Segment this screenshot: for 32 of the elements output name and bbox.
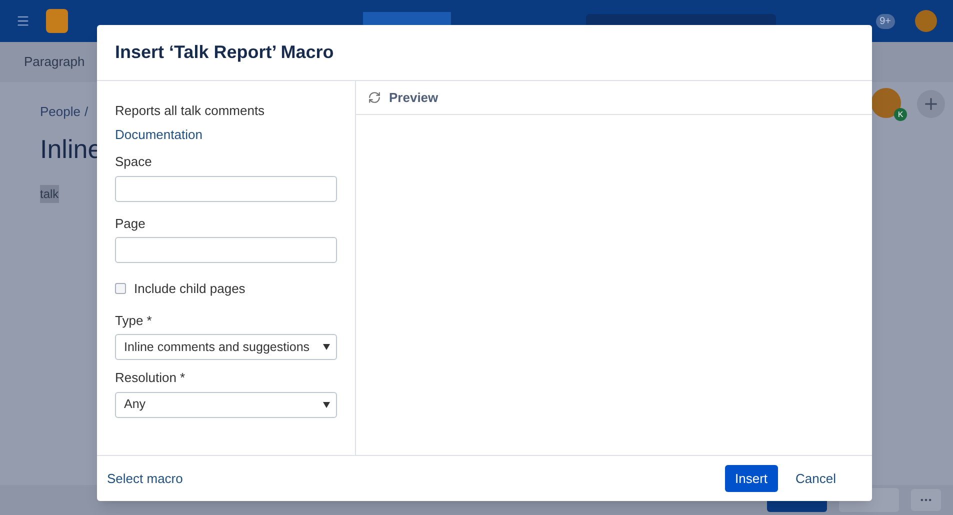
caret-icon <box>323 402 330 408</box>
checkbox[interactable] <box>115 283 126 294</box>
breadcrumb-separator: / <box>84 103 88 121</box>
text-field[interactable] <box>115 237 337 263</box>
avatar-badge: K <box>894 108 907 121</box>
refresh-icon[interactable] <box>368 91 381 104</box>
field-label: Resolution * <box>115 369 186 387</box>
user-avatar <box>871 88 901 118</box>
select-macro-link[interactable]: Select macro <box>107 468 183 488</box>
macro-description: Reports all talk comments <box>115 102 265 120</box>
select-field[interactable]: Any <box>115 392 337 418</box>
text-field[interactable] <box>115 176 337 202</box>
preview-heading: Preview <box>389 88 438 107</box>
documentation-link[interactable]: Documentation <box>115 124 202 144</box>
paragraph-dropdown[interactable]: Paragraph <box>24 52 85 72</box>
avatar[interactable] <box>915 10 937 32</box>
field-label: Page <box>115 214 146 233</box>
select-field[interactable]: Inline comments and suggestions <box>115 334 337 360</box>
field-label: Space <box>115 153 152 171</box>
add-button[interactable] <box>917 90 945 118</box>
menu-icon[interactable] <box>16 14 30 28</box>
page-text: talk <box>40 184 59 202</box>
dialog-title: Insert ‘Talk Report’ Macro <box>115 41 334 64</box>
breadcrumb-link[interactable]: People <box>40 102 80 122</box>
logo-icon[interactable] <box>46 9 68 33</box>
plus-icon <box>922 95 940 113</box>
checkbox-label: Include child pages <box>134 280 246 298</box>
insert-button[interactable]: Insert <box>725 465 778 492</box>
caret-icon <box>323 344 330 350</box>
cancel-button[interactable]: Cancel <box>786 465 846 492</box>
more-button[interactable] <box>911 489 941 511</box>
field-label: Type * <box>115 312 152 330</box>
